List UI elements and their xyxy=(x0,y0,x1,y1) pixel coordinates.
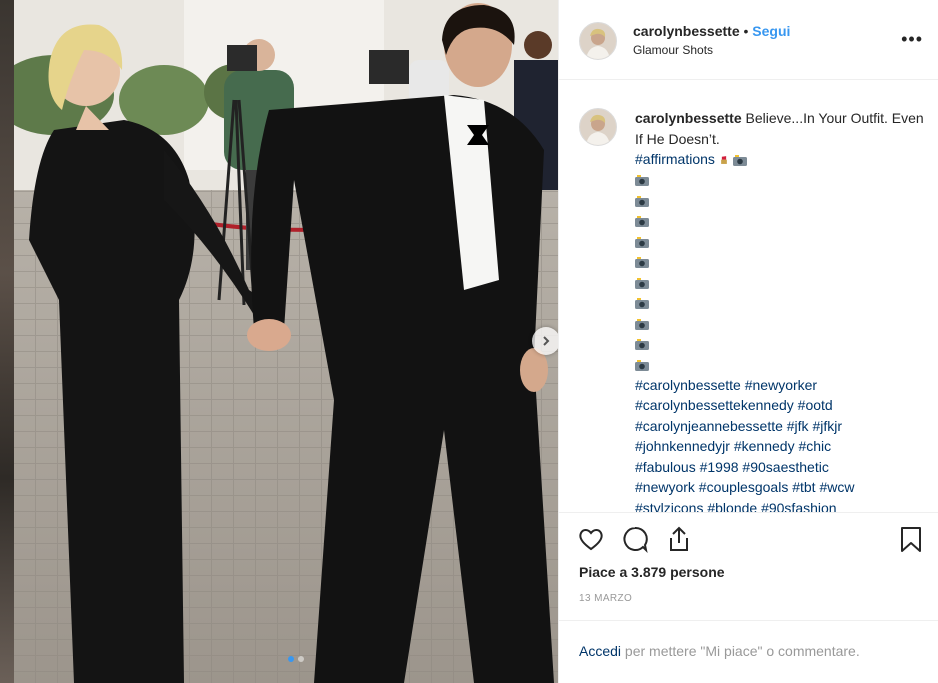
post-actions: Piace a 3.879 persone 13 MARZO xyxy=(559,512,938,622)
hashtag-link[interactable]: #affirmations xyxy=(635,151,715,167)
emoji-line xyxy=(635,190,925,211)
login-prompt-text: Accedi per mettere "Mi piace" o commenta… xyxy=(579,643,860,659)
heart-icon[interactable] xyxy=(577,525,605,553)
chevron-right-icon xyxy=(543,336,550,346)
login-link[interactable]: Accedi xyxy=(579,643,621,659)
camera-flash-icon xyxy=(635,195,649,207)
caption-username[interactable]: carolynbessette xyxy=(635,110,742,126)
camera-flash-icon xyxy=(635,359,649,371)
carousel-dot-active xyxy=(288,656,294,662)
hashtag-line[interactable]: #carolynbessette #newyorker xyxy=(635,377,817,393)
hashtag-line[interactable]: #fabulous #1998 #90saesthetic xyxy=(635,459,829,475)
post-header: carolynbessette • Segui Glamour Shots ••… xyxy=(559,0,938,80)
camera-flash-icon xyxy=(635,257,649,269)
hashtag-line[interactable]: #newyork #couplesgoals #tbt #wcw xyxy=(635,479,854,495)
comment-bubble-icon-glyph xyxy=(623,526,648,554)
login-prompt: Accedi per mettere "Mi piace" o commenta… xyxy=(559,620,938,683)
bookmark-icon[interactable] xyxy=(897,525,925,553)
emoji-line xyxy=(635,354,925,375)
instagram-post-view: carolynbessette • Segui Glamour Shots ••… xyxy=(0,0,938,683)
next-photo-button[interactable] xyxy=(532,327,558,355)
hashtag-line[interactable]: #johnkennedyjr #kennedy #chic xyxy=(635,438,831,454)
photo-illustration xyxy=(14,0,558,683)
more-horizontal-icon[interactable]: ••• xyxy=(901,30,923,48)
emoji-line xyxy=(635,211,925,232)
carousel-dot xyxy=(298,656,304,662)
hashtag-line[interactable]: #stylzicons #blonde #90sfashion xyxy=(635,500,837,513)
camera-flash-icon xyxy=(635,277,649,289)
emoji-line xyxy=(635,272,925,293)
caption-text: carolynbessette Believe...In Your Outfit… xyxy=(635,108,925,512)
lipstick-icon xyxy=(720,156,727,165)
post-photo[interactable] xyxy=(14,0,558,683)
emoji-line xyxy=(635,313,925,334)
bookmark-icon-glyph xyxy=(901,527,921,552)
emoji-line xyxy=(635,231,925,252)
header-user-line: carolynbessette • Segui xyxy=(633,23,790,39)
avatar-image xyxy=(580,23,616,59)
emoji-line xyxy=(635,293,925,314)
post-details-panel: carolynbessette • Segui Glamour Shots ••… xyxy=(558,0,938,683)
hashtag-line[interactable]: #carolynbessettekennedy #ootd xyxy=(635,397,833,413)
follow-button[interactable]: Segui xyxy=(752,23,790,39)
camera-flash-icon xyxy=(635,339,649,351)
camera-flash-icon xyxy=(732,154,747,166)
heart-icon-glyph xyxy=(579,529,603,551)
camera-flash-icon xyxy=(635,216,649,228)
separator-dot: • xyxy=(739,23,753,39)
avatar-image xyxy=(580,109,616,145)
share-upload-icon[interactable] xyxy=(665,525,693,553)
camera-flash-icon xyxy=(635,318,649,330)
post-date[interactable]: 13 MARZO xyxy=(579,593,632,604)
emoji-line xyxy=(635,334,925,355)
emoji-line xyxy=(635,252,925,273)
username-link[interactable]: carolynbessette xyxy=(633,23,740,39)
comment-bubble-icon[interactable] xyxy=(621,525,649,554)
caption-area: carolynbessette Believe...In Your Outfit… xyxy=(559,80,938,512)
location-link[interactable]: Glamour Shots xyxy=(633,43,713,57)
page-backdrop xyxy=(0,0,14,683)
emoji-line xyxy=(635,170,925,191)
caption-avatar[interactable] xyxy=(579,108,617,146)
login-rest-text: per mettere "Mi piace" o commentare. xyxy=(621,643,860,659)
share-upload-icon-glyph xyxy=(670,526,688,551)
camera-flash-icon xyxy=(635,298,649,310)
likes-count[interactable]: Piace a 3.879 persone xyxy=(579,564,725,580)
camera-flash-icon xyxy=(635,236,649,248)
camera-flash-icon xyxy=(635,175,649,187)
carousel-indicator xyxy=(288,656,304,662)
avatar[interactable] xyxy=(579,22,617,60)
hashtag-line[interactable]: #carolynjeannebessette #jfk #jfkjr xyxy=(635,418,842,434)
